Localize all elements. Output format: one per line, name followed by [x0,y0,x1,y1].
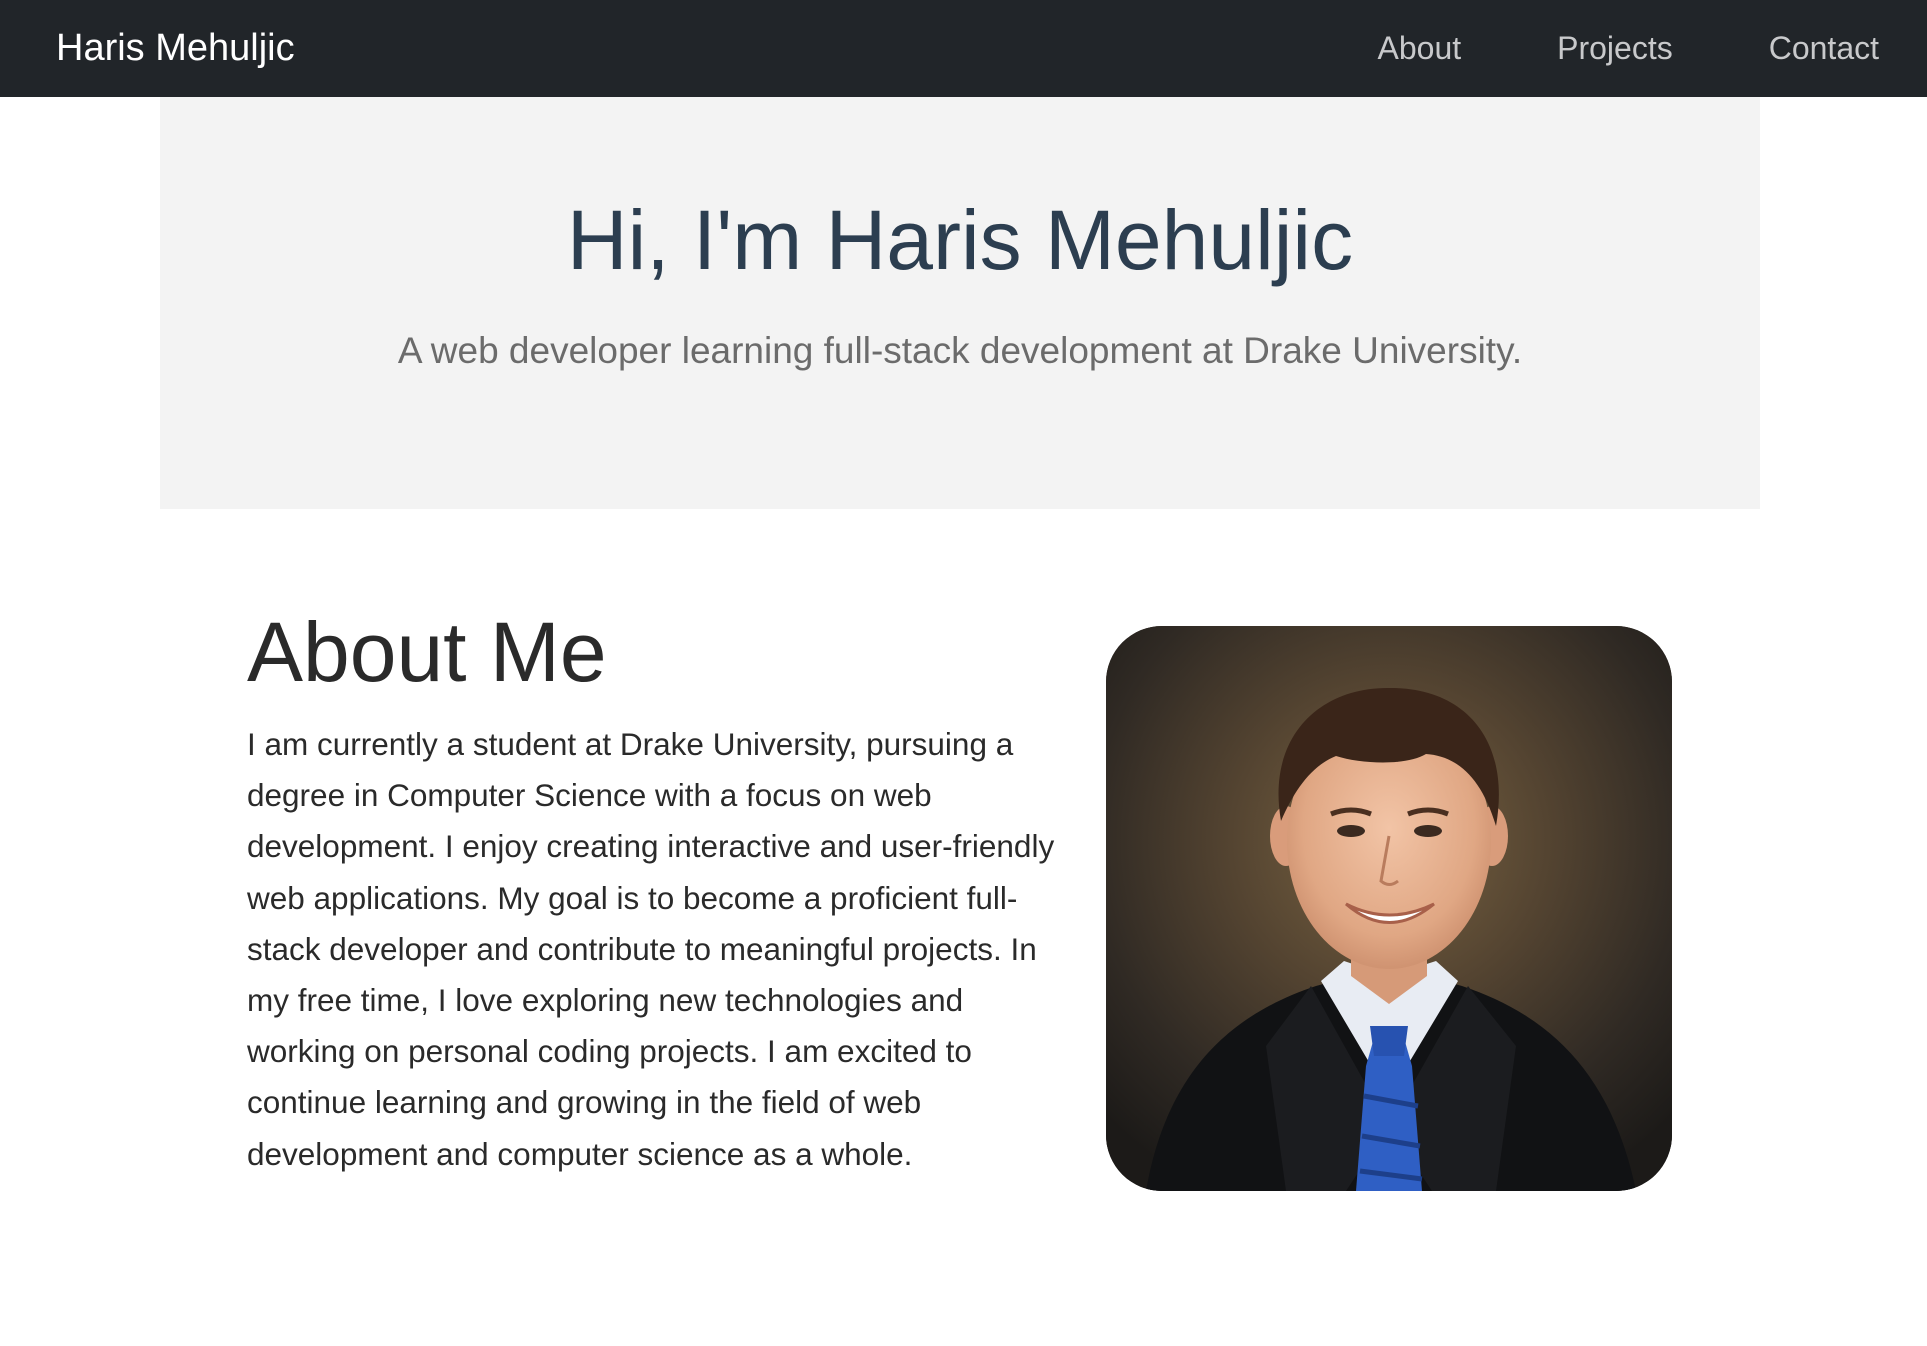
about-title: About Me [247,605,607,699]
hero-section: Hi, I'm Haris Mehuljic A web developer l… [160,97,1760,509]
profile-photo [1106,626,1672,1191]
nav-link-about[interactable]: About [1378,30,1462,67]
nav-link-projects[interactable]: Projects [1557,30,1673,67]
nav-link-contact[interactable]: Contact [1769,30,1879,67]
hero-subtitle: A web developer learning full-stack deve… [397,330,1523,371]
nav-links: About Projects Contact [1378,30,1880,67]
about-text: I am currently a student at Drake Univer… [247,726,1055,1172]
hero-title: Hi, I'm Haris Mehuljic [566,193,1354,287]
navbar: Haris Mehuljic About Projects Contact [0,0,1927,97]
brand-link[interactable]: Haris Mehuljic [56,27,295,70]
